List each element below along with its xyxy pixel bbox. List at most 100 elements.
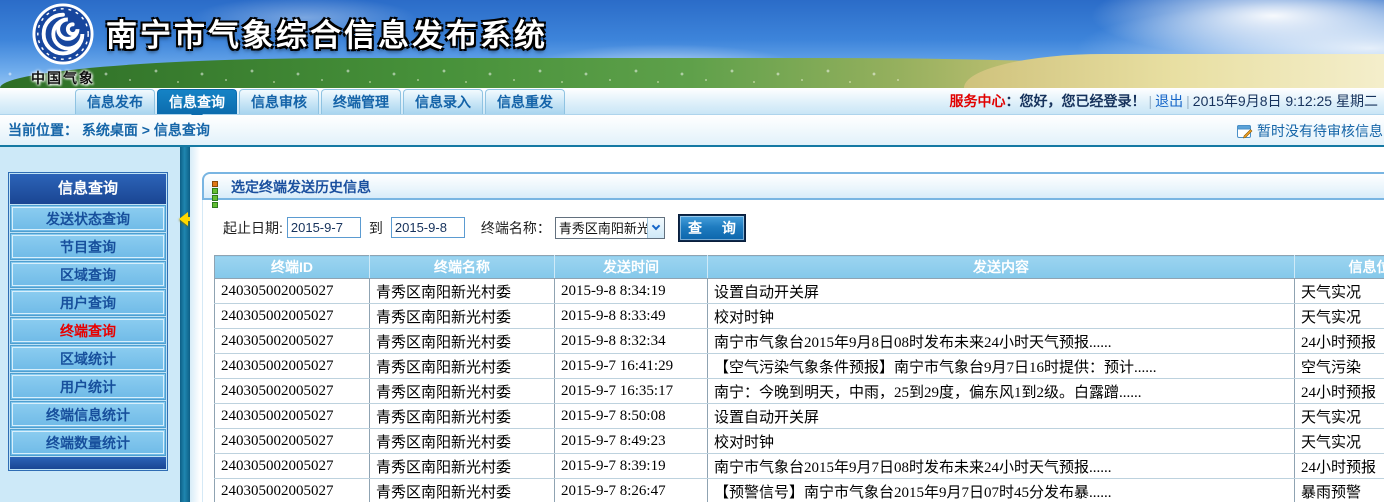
cell-r3-c2: 2015-9-7 16:41:29: [555, 354, 708, 379]
cell-r7-c1: 青秀区南阳新光村委: [370, 454, 555, 479]
table-header-2: 发送时间: [555, 256, 708, 279]
cell-r6-c3: 校对时钟: [708, 429, 1295, 454]
separator: |: [1183, 93, 1193, 109]
cell-r7-c4: 24小时预报: [1295, 454, 1384, 479]
panel-title: 选定终端发送历史信息: [231, 179, 371, 195]
table-header-0: 终端ID: [215, 256, 370, 279]
sidebar-item-1[interactable]: 节目查询: [10, 233, 166, 260]
cell-r3-c1: 青秀区南阳新光村委: [370, 354, 555, 379]
sidebar-header: 信息查询: [10, 174, 166, 204]
cell-r5-c0: 240305002005027: [215, 404, 370, 429]
sidebar-menu: 信息查询 发送状态查询节目查询区域查询用户查询终端查询区域统计用户统计终端信息统…: [8, 172, 168, 471]
login-greeting: ：您好，您已经登录！: [1006, 93, 1146, 109]
app-banner: 中国气象 南宁市气象综合信息发布系统: [0, 0, 1384, 88]
cell-r8-c1: 青秀区南阳新光村委: [370, 479, 555, 502]
cell-r8-c0: 240305002005027: [215, 479, 370, 502]
table-row[interactable]: 240305002005027青秀区南阳新光村委2015-9-7 8:49:23…: [215, 429, 1384, 454]
cell-r5-c1: 青秀区南阳新光村委: [370, 404, 555, 429]
nav-tab-4[interactable]: 信息录入: [403, 89, 483, 114]
table-row[interactable]: 240305002005027青秀区南阳新光村委2015-9-8 8:33:49…: [215, 304, 1384, 329]
logout-link[interactable]: 退出: [1155, 93, 1183, 109]
filter-row: 起止日期: 到 终端名称： 青秀区南阳新光村委 查 询: [203, 200, 1384, 255]
table-row[interactable]: 240305002005027青秀区南阳新光村委2015-9-7 16:35:1…: [215, 379, 1384, 404]
sidebar-splitter-bar[interactable]: [180, 147, 190, 502]
cell-r4-c4: 24小时预报: [1295, 379, 1384, 404]
panel-body: 起止日期: 到 终端名称： 青秀区南阳新光村委 查 询 终端ID终端名称发送时间…: [202, 200, 1384, 502]
cell-r0-c1: 青秀区南阳新光村委: [370, 279, 555, 304]
history-panel: 选定终端发送历史信息 起止日期: 到 终端名称： 青秀区南阳新光村委 查 询 终…: [202, 172, 1384, 502]
cell-r3-c4: 空气污染: [1295, 354, 1384, 379]
table-header-row: 终端ID终端名称发送时间发送内容信息位: [215, 256, 1384, 279]
cell-r1-c2: 2015-9-8 8:33:49: [555, 304, 708, 329]
pending-review-notice[interactable]: 暂时没有待审核信息: [1237, 119, 1383, 143]
cell-r6-c4: 天气实况: [1295, 429, 1384, 454]
cell-r7-c3: 南宁市气象台2015年9月7日08时发布未来24小时天气预报......: [708, 454, 1295, 479]
cell-r2-c3: 南宁市气象台2015年9月8日08时发布未来24小时天气预报......: [708, 329, 1295, 354]
main-content: 选定终端发送历史信息 起止日期: 到 终端名称： 青秀区南阳新光村委 查 询 终…: [190, 147, 1384, 502]
table-row[interactable]: 240305002005027青秀区南阳新光村委2015-9-7 8:39:19…: [215, 454, 1384, 479]
cell-r2-c2: 2015-9-8 8:32:34: [555, 329, 708, 354]
breadcrumb-path: 系统桌面 > 信息查询: [82, 122, 210, 138]
date-from-input[interactable]: [287, 217, 361, 238]
cell-r0-c3: 设置自动开关屏: [708, 279, 1295, 304]
date-range-label: 起止日期:: [223, 218, 283, 238]
nav-tab-1[interactable]: 信息查询: [157, 89, 237, 114]
cell-r2-c0: 240305002005027: [215, 329, 370, 354]
cell-r4-c3: 南宁：今晚到明天，中雨，25到29度，偏东风1到2级。白露蹭......: [708, 379, 1295, 404]
table-row[interactable]: 240305002005027青秀区南阳新光村委2015-9-7 8:26:47…: [215, 479, 1384, 502]
table-row[interactable]: 240305002005027青秀区南阳新光村委2015-9-7 8:50:08…: [215, 404, 1384, 429]
table-row[interactable]: 240305002005027青秀区南阳新光村委2015-9-8 8:34:19…: [215, 279, 1384, 304]
query-button[interactable]: 查 询: [679, 215, 745, 241]
cell-r5-c2: 2015-9-7 8:50:08: [555, 404, 708, 429]
service-center-label: 服务中心: [950, 93, 1006, 109]
page-title: 南宁市气象综合信息发布系统: [106, 10, 548, 55]
cell-r4-c2: 2015-9-7 16:35:17: [555, 379, 708, 404]
history-table: 终端ID终端名称发送时间发送内容信息位 240305002005027青秀区南阳…: [214, 255, 1384, 502]
cell-r6-c0: 240305002005027: [215, 429, 370, 454]
cell-r5-c4: 天气实况: [1295, 404, 1384, 429]
cell-r4-c1: 青秀区南阳新光村委: [370, 379, 555, 404]
date-to-input[interactable]: [391, 217, 465, 238]
sidebar-items: 发送状态查询节目查询区域查询用户查询终端查询区域统计用户统计终端信息统计终端数量…: [10, 205, 166, 456]
cma-logo-icon: [32, 3, 94, 65]
nav-tabs: 信息发布信息查询信息审核终端管理信息录入信息重发: [75, 89, 567, 114]
sidebar-item-7[interactable]: 终端信息统计: [10, 401, 166, 428]
table-row[interactable]: 240305002005027青秀区南阳新光村委2015-9-7 16:41:2…: [215, 354, 1384, 379]
cell-r6-c1: 青秀区南阳新光村委: [370, 429, 555, 454]
cell-r1-c1: 青秀区南阳新光村委: [370, 304, 555, 329]
logo-caption: 中国气象: [20, 68, 106, 88]
nav-tab-0[interactable]: 信息发布: [75, 89, 155, 114]
sidebar-item-0[interactable]: 发送状态查询: [10, 205, 166, 232]
chevron-down-icon: [647, 218, 664, 238]
cell-r8-c4: 暴雨预警: [1295, 479, 1384, 502]
cell-r8-c3: 【预警信号】南宁市气象台2015年9月7日07时45分发布暴......: [708, 479, 1295, 502]
top-nav-bar: 信息发布信息查询信息审核终端管理信息录入信息重发 服务中心：您好，您已经登录！|…: [0, 88, 1384, 115]
cell-r6-c2: 2015-9-7 8:49:23: [555, 429, 708, 454]
nav-tab-5[interactable]: 信息重发: [485, 89, 565, 114]
sidebar-item-6[interactable]: 用户统计: [10, 373, 166, 400]
terminal-select[interactable]: 青秀区南阳新光村委: [555, 217, 665, 239]
banner-sand-hill: [964, 54, 1384, 88]
sidebar-item-3[interactable]: 用户查询: [10, 289, 166, 316]
cell-r1-c4: 天气实况: [1295, 304, 1384, 329]
table-row[interactable]: 240305002005027青秀区南阳新光村委2015-9-8 8:32:34…: [215, 329, 1384, 354]
sidebar-item-5[interactable]: 区域统计: [10, 345, 166, 372]
cell-r0-c0: 240305002005027: [215, 279, 370, 304]
pending-review-text: 暂时没有待审核信息: [1257, 123, 1383, 139]
sidebar-item-4[interactable]: 终端查询: [10, 317, 166, 344]
service-center-bar: 服务中心：您好，您已经登录！|退出|2015年9月8日 9:12:25 星期二: [950, 88, 1379, 115]
terminal-name-label: 终端名称：: [481, 218, 551, 238]
cell-r8-c2: 2015-9-7 8:26:47: [555, 479, 708, 502]
cell-r7-c2: 2015-9-7 8:39:19: [555, 454, 708, 479]
sidebar-item-2[interactable]: 区域查询: [10, 261, 166, 288]
banner-grass-flowers: [0, 66, 900, 88]
collapse-sidebar-arrow-icon[interactable]: [172, 212, 188, 226]
nav-tab-2[interactable]: 信息审核: [239, 89, 319, 114]
cell-r5-c3: 设置自动开关屏: [708, 404, 1295, 429]
cell-r0-c2: 2015-9-8 8:34:19: [555, 279, 708, 304]
nav-tab-3[interactable]: 终端管理: [321, 89, 401, 114]
separator: |: [1146, 93, 1156, 109]
sidebar-item-8[interactable]: 终端数量统计: [10, 429, 166, 456]
sidebar-region: 信息查询 发送状态查询节目查询区域查询用户查询终端查询区域统计用户统计终端信息统…: [0, 147, 180, 502]
cell-r2-c4: 24小时预报: [1295, 329, 1384, 354]
